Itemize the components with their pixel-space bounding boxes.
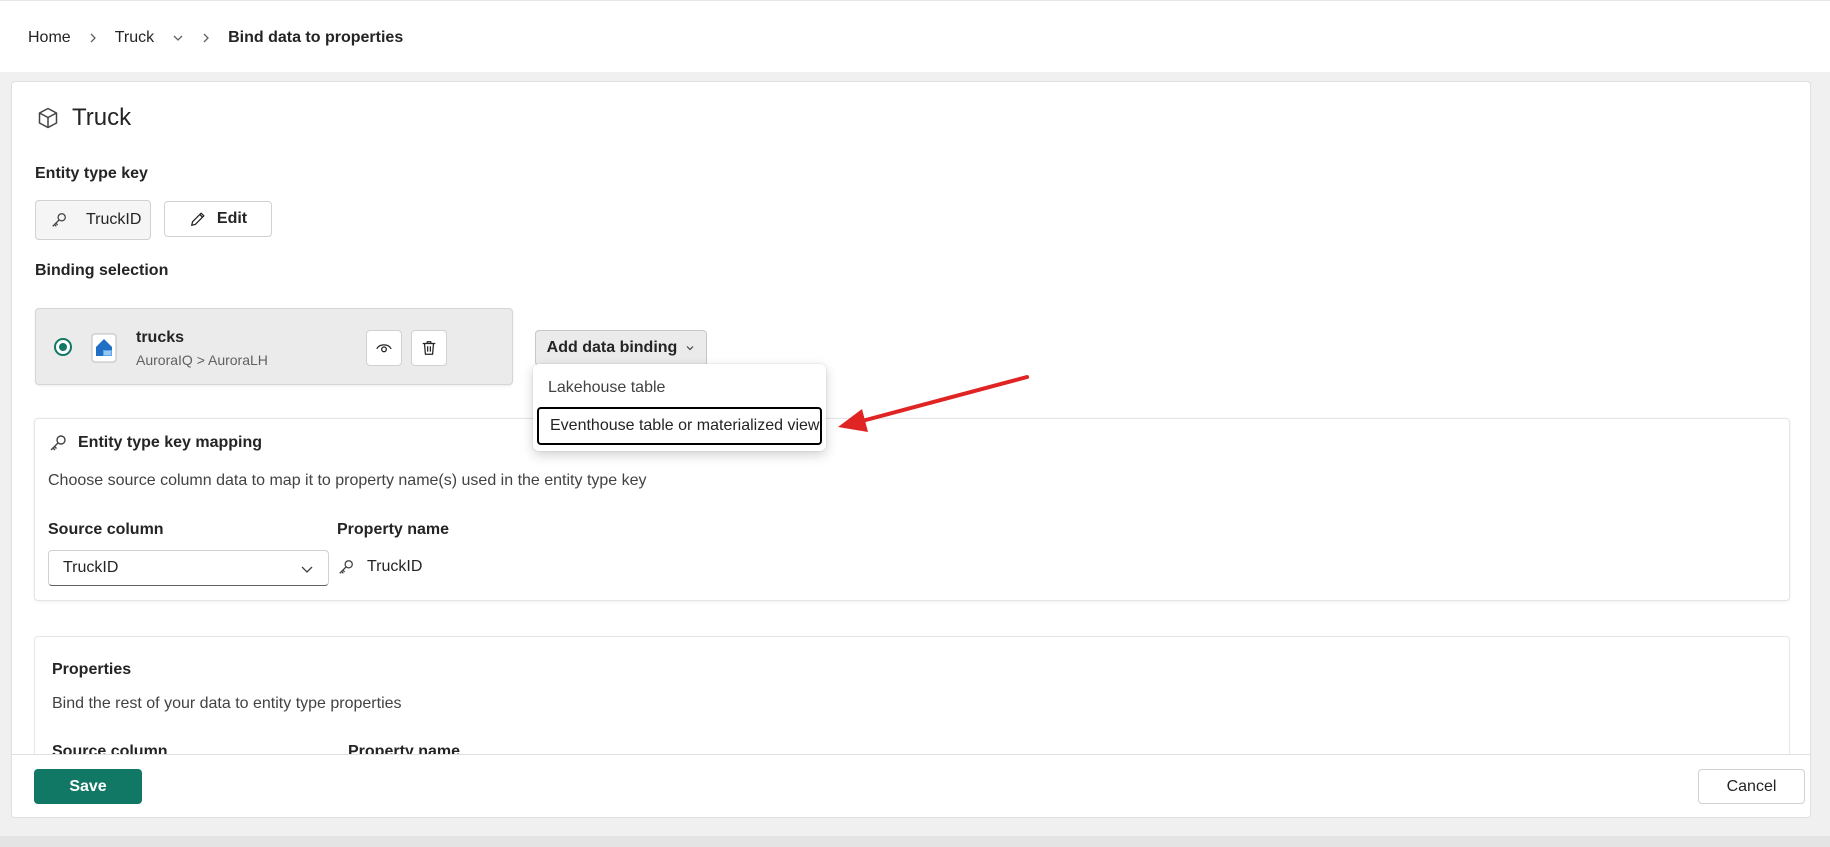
entity-key-chip: TruckID xyxy=(35,200,151,240)
breadcrumb-truck[interactable]: Truck xyxy=(115,29,154,47)
add-data-binding-label: Add data binding xyxy=(546,339,678,356)
binding-path: AuroraIQ > AuroraLH xyxy=(136,352,268,368)
key-icon xyxy=(339,560,353,574)
properties-property-name-header: Property name xyxy=(348,743,461,754)
property-name-value: TruckID xyxy=(337,558,422,576)
key-icon xyxy=(52,213,66,227)
add-data-binding-button[interactable]: Add data binding xyxy=(535,330,707,366)
cube-icon xyxy=(38,107,58,129)
add-data-binding-menu: Lakehouse table Eventhouse table or mate… xyxy=(533,364,826,451)
page-title-row: Truck xyxy=(36,104,131,132)
properties-description: Bind the rest of your data to entity typ… xyxy=(52,695,402,712)
key-icon xyxy=(50,435,66,451)
mapping-panel-description: Choose source column data to map it to p… xyxy=(48,472,647,489)
bind-data-card: Truck Entity type key TruckID Edit Bindi… xyxy=(11,81,1811,818)
breadcrumb-bar: Home Truck Bind data to properties xyxy=(0,0,1830,72)
source-column-value: TruckID xyxy=(63,559,119,576)
chevron-down-icon xyxy=(686,346,694,351)
entity-type-key-label: Entity type key xyxy=(35,165,148,182)
properties-title: Properties xyxy=(52,661,132,678)
lakehouse-icon xyxy=(91,333,117,363)
binding-selection-label: Binding selection xyxy=(35,262,169,279)
footer-bar: Save Cancel xyxy=(12,754,1810,817)
chevron-down-icon[interactable] xyxy=(172,32,184,44)
properties-source-column-header: Source column xyxy=(52,743,168,754)
breadcrumb-current: Bind data to properties xyxy=(228,29,404,46)
page-title: Truck xyxy=(72,104,132,131)
source-column-header: Source column xyxy=(48,521,164,538)
entity-key-value: TruckID xyxy=(86,211,142,228)
menu-item-lakehouse-table[interactable]: Lakehouse table xyxy=(537,369,822,407)
eye-icon xyxy=(376,344,392,353)
preview-binding-button[interactable] xyxy=(366,330,402,366)
binding-radio[interactable] xyxy=(54,338,72,356)
binding-card-trucks[interactable]: trucks AuroraIQ > AuroraLH xyxy=(35,308,513,385)
property-name-header: Property name xyxy=(337,521,450,538)
properties-panel: Properties Bind the rest of your data to… xyxy=(34,636,1790,754)
breadcrumb-home[interactable]: Home xyxy=(28,29,71,47)
binding-name: trucks xyxy=(136,329,185,346)
mapping-panel-title: Entity type key mapping xyxy=(78,434,263,451)
chevron-down-icon xyxy=(301,566,313,573)
trash-icon xyxy=(422,341,436,355)
pencil-icon xyxy=(190,212,205,226)
source-column-select[interactable]: TruckID xyxy=(48,550,329,586)
chevron-right-icon xyxy=(203,33,210,43)
save-button[interactable]: Save xyxy=(34,769,142,804)
mapping-panel-header: Entity type key mapping xyxy=(48,433,262,453)
cancel-button[interactable]: Cancel xyxy=(1698,769,1805,804)
edit-button-label: Edit xyxy=(216,210,248,227)
breadcrumb: Home Truck Bind data to properties xyxy=(28,29,403,47)
chevron-right-icon xyxy=(90,33,96,43)
delete-binding-button[interactable] xyxy=(411,330,447,366)
annotation-arrow-icon xyxy=(838,375,1029,432)
edit-key-button[interactable]: Edit xyxy=(164,201,272,237)
entity-key-mapping-panel: Entity type key mapping Choose source co… xyxy=(34,418,1790,601)
bottom-strip xyxy=(0,836,1830,847)
menu-item-eventhouse-table[interactable]: Eventhouse table or materialized view xyxy=(537,407,822,445)
property-name-text: TruckID xyxy=(367,558,423,575)
